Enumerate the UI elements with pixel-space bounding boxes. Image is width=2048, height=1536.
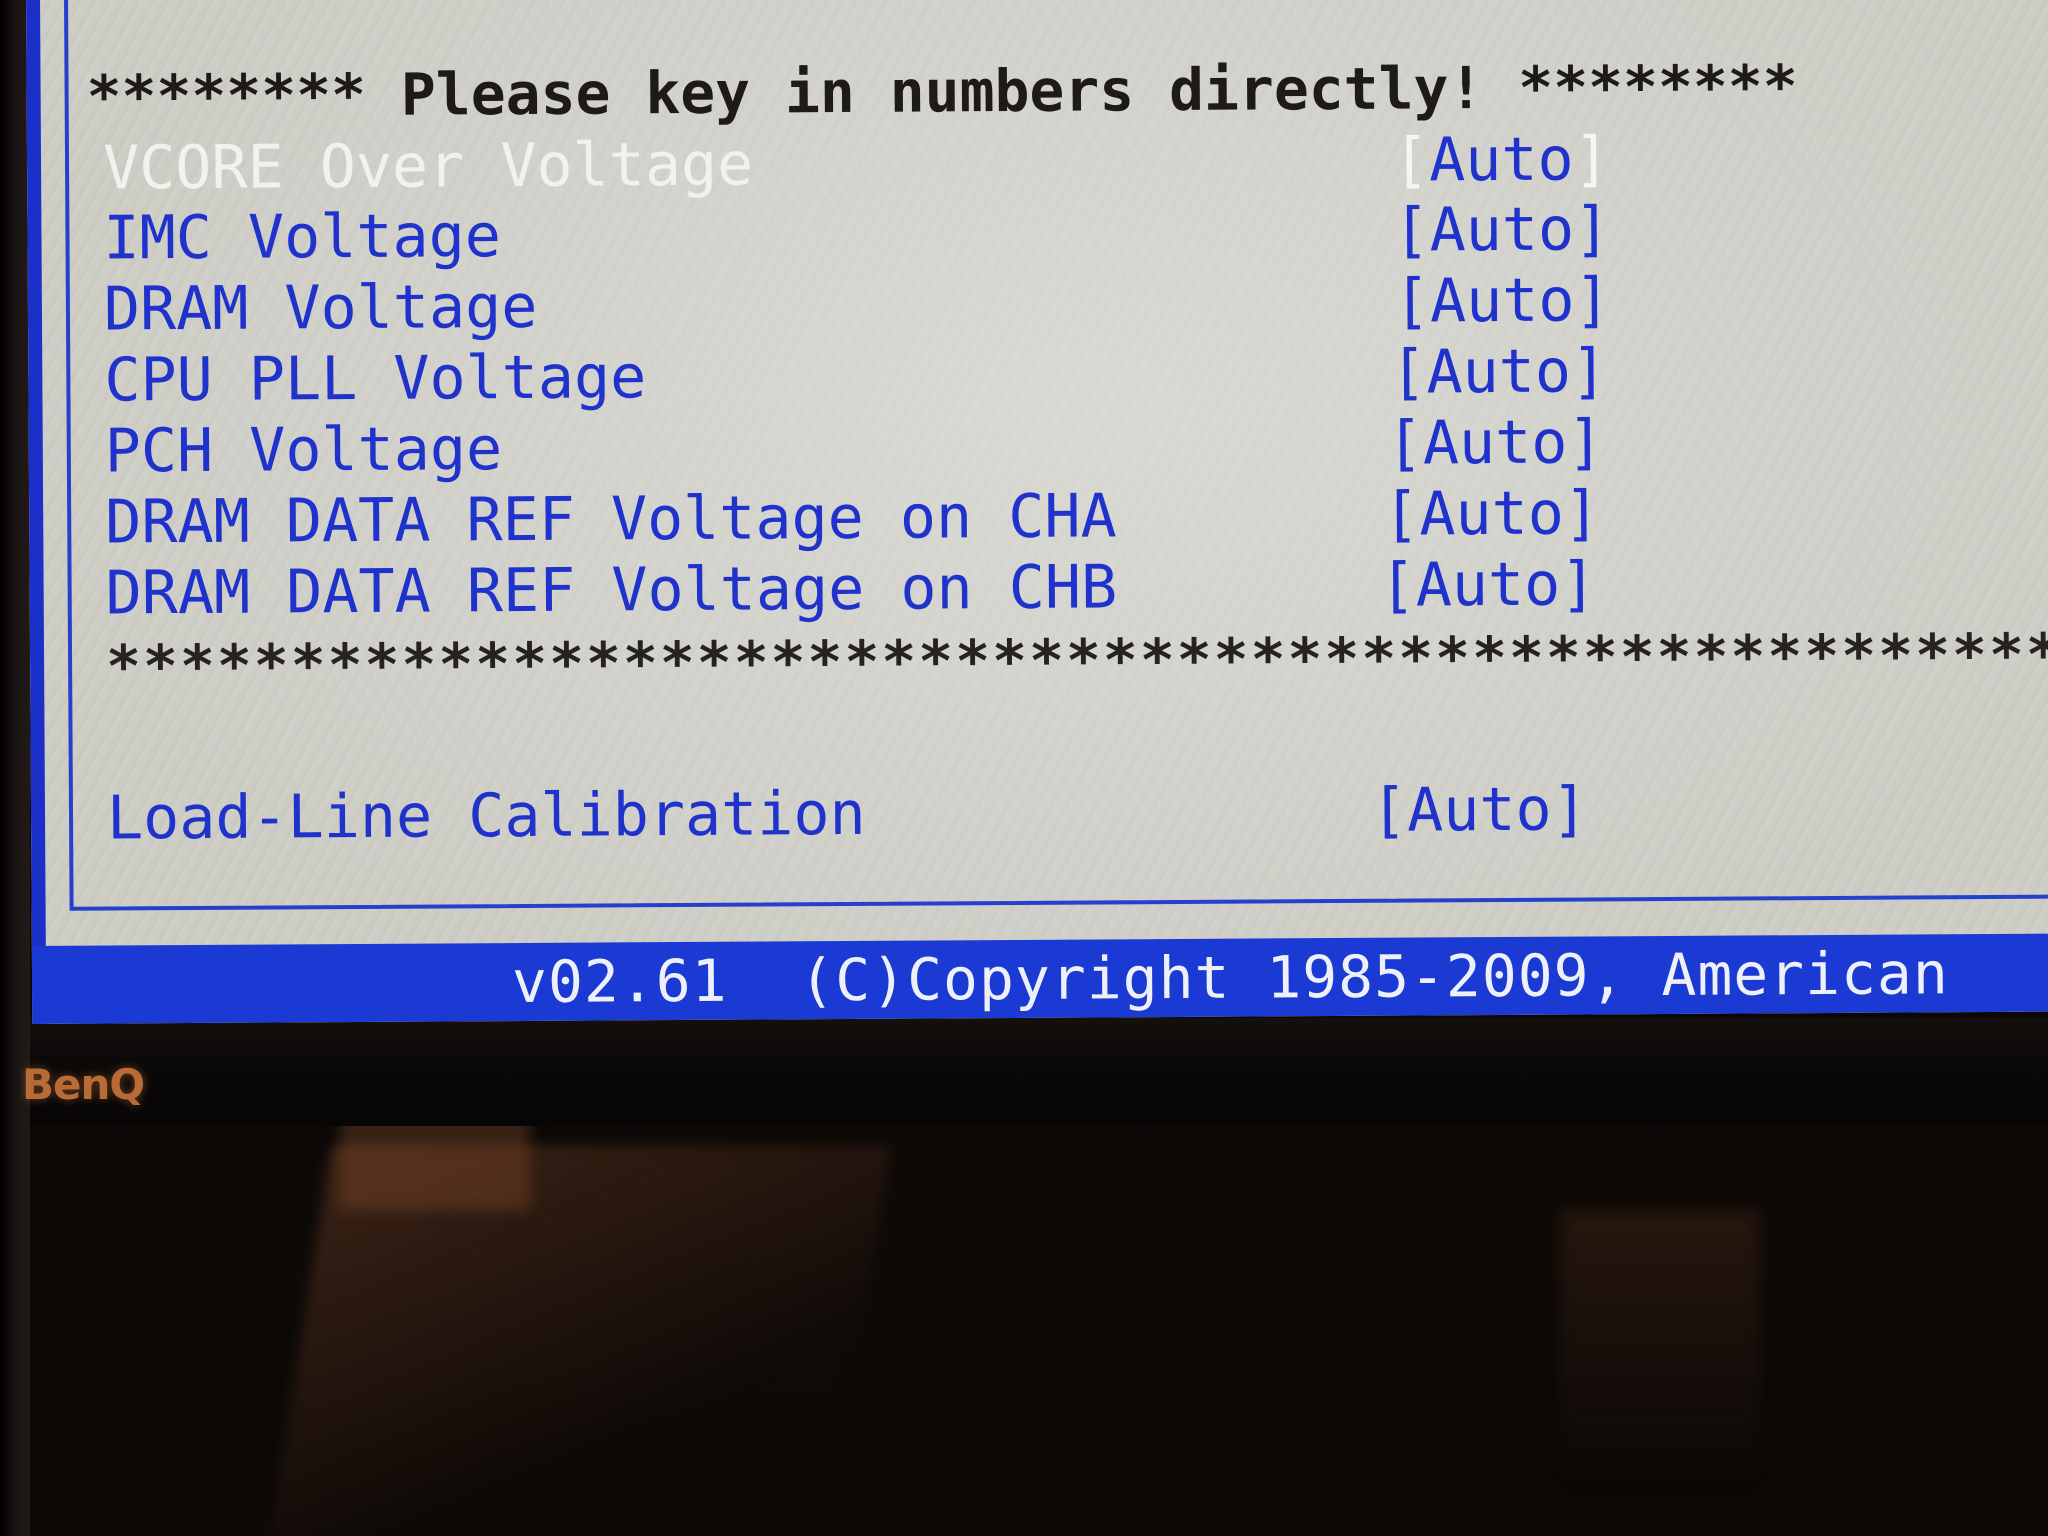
menu-item-label: PCH Voltage <box>104 414 503 487</box>
menu-item-label: VCORE Over Voltage <box>102 129 754 204</box>
monitor-left-edge <box>0 0 30 1536</box>
value-bracket-close: ] <box>1560 549 1597 620</box>
value-bracket-close: ] <box>1563 478 1601 549</box>
value-text: Auto <box>1429 194 1575 266</box>
value-bracket-close: ] <box>1573 194 1611 265</box>
bios-statusbar: v02.61 (C)Copyright 1985-2009, American <box>31 933 2048 1024</box>
value-bracket-open: [ <box>1393 195 1430 266</box>
monitor-bezel <box>0 1018 2048 1126</box>
menu-item-value[interactable]: [Auto] <box>1393 194 1610 265</box>
value-text: Auto <box>1406 774 1552 846</box>
bios-banner: ******** Please key in numbers directly!… <box>86 52 1798 131</box>
value-bracket-open: [ <box>1386 408 1424 479</box>
value-bracket-close: ] <box>1551 774 1588 845</box>
room-object-right <box>1560 1210 1760 1536</box>
value-text: Auto <box>1426 336 1572 408</box>
menu-item-label: DRAM DATA REF Voltage on CHA <box>105 481 1117 558</box>
menu-item-value[interactable]: [Auto] <box>1393 124 1610 195</box>
value-bracket-open: [ <box>1392 125 1430 196</box>
value-text: Auto <box>1429 265 1575 337</box>
bios-content: ******** Please key in numbers directly!… <box>26 0 2048 1024</box>
menu-item-value[interactable]: [Auto] <box>1394 265 1611 336</box>
value-text: Auto <box>1415 549 1561 621</box>
benq-logo: BenQ <box>22 1060 145 1109</box>
value-bracket-open: [ <box>1370 775 1408 846</box>
value-bracket-close: ] <box>1573 124 1611 195</box>
menu-item-label: DRAM DATA REF Voltage on CHB <box>105 552 1118 629</box>
value-bracket-close: ] <box>1567 407 1604 478</box>
value-text: Auto <box>1428 124 1574 196</box>
bios-separator: ****************************************… <box>105 619 2048 701</box>
menu-item-label: DRAM Voltage <box>103 271 538 345</box>
menu-item-value[interactable]: [Auto] <box>1371 774 1588 845</box>
value-text: Auto <box>1419 478 1565 550</box>
monitor-photo: BenQ ******** Please key in numbers dire… <box>0 0 2048 1536</box>
statusbar-text: v02.61 (C)Copyright 1985-2009, American <box>511 939 1949 1017</box>
value-text: Auto <box>1422 407 1568 479</box>
value-bracket-open: [ <box>1379 550 1416 621</box>
value-bracket-open: [ <box>1382 479 1420 550</box>
menu-item-label: Load-Line Calibration <box>106 778 866 854</box>
value-bracket-close: ] <box>1570 336 1608 407</box>
bios-screen: ******** Please key in numbers directly!… <box>26 0 2048 1024</box>
menu-item-value[interactable]: [Auto] <box>1390 336 1607 407</box>
value-bracket-close: ] <box>1574 265 1611 336</box>
value-bracket-open: [ <box>1393 266 1431 337</box>
menu-item-label: CPU PLL Voltage <box>104 342 647 416</box>
menu-item-value[interactable]: [Auto] <box>1387 407 1604 478</box>
menu-item-value[interactable]: [Auto] <box>1379 549 1596 620</box>
value-bracket-open: [ <box>1390 337 1427 408</box>
menu-item-label: IMC Voltage <box>103 201 502 274</box>
menu-item-value[interactable]: [Auto] <box>1383 478 1600 549</box>
